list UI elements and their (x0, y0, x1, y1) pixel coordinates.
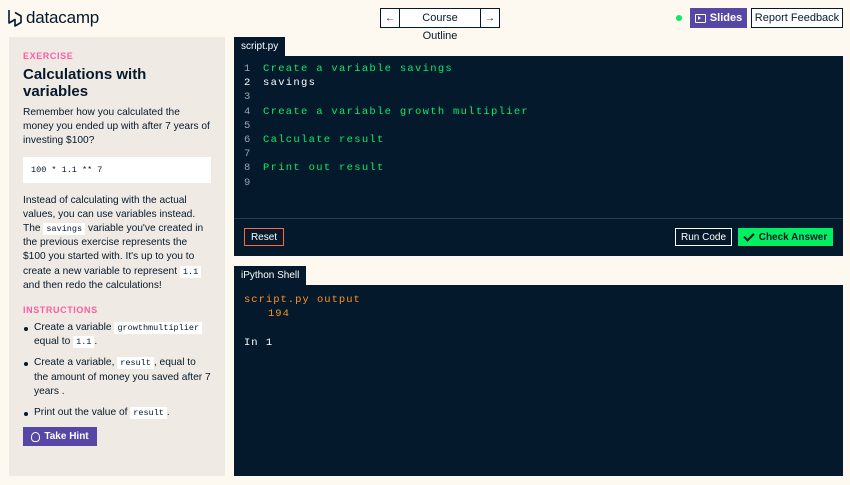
code-line[interactable]: 8 Print out result (244, 161, 529, 175)
instruction-item: Create a variable, result, equal to the … (23, 356, 211, 399)
code-line[interactable]: 4 Create a variable growth multiplier (244, 105, 529, 119)
code-line[interactable]: 3 (244, 90, 529, 104)
exercise-body: Instead of calculating with the actual v… (23, 194, 211, 293)
top-header: datacamp ← Course Outline → Slides Repor… (0, 0, 850, 42)
shell-output-header: script.py output (244, 294, 361, 306)
shell-blank-line (244, 321, 361, 335)
code-example: 100 * 1.1 ** 7 (23, 156, 211, 183)
code-line[interactable]: 6 Calculate result (244, 133, 529, 147)
inline-code-savings: savings (43, 223, 86, 236)
instruction-text: Print out the value of (34, 407, 128, 419)
instruction-text: . (166, 407, 170, 419)
exercise-intro: Remember how you calculated the money yo… (23, 107, 210, 147)
checkmark-icon (743, 229, 755, 242)
code-line[interactable]: 1 Create a variable savings (244, 62, 529, 76)
take-hint-label: Take Hint (44, 431, 89, 443)
shell-output: script.py output 194 In 1 (244, 293, 361, 350)
line-number: 1 (244, 63, 251, 75)
line-number: 2 (244, 77, 251, 90)
code-comment: Print out result (263, 162, 385, 175)
instruction-code: result (130, 407, 167, 420)
code-comment: Calculate result (263, 133, 385, 146)
body-text-3: and then redo the calculations! (23, 279, 162, 291)
code-line[interactable]: 9 (244, 176, 529, 190)
code-text: savings (263, 77, 317, 90)
lightbulb-icon (31, 431, 41, 442)
line-number: 3 (244, 91, 251, 104)
tab-ipython-shell[interactable]: iPython Shell (234, 266, 307, 285)
line-number: 6 (244, 133, 251, 146)
take-hint-button[interactable]: Take Hint (23, 427, 97, 447)
arrow-right-icon: → (485, 12, 495, 24)
instructions-list: Create a variable growthmultiplier equal… (23, 321, 211, 420)
code-comment: Create a variable growth multiplier (263, 105, 530, 118)
report-feedback-button[interactable]: Report Feedback (751, 8, 843, 28)
line-number: 7 (244, 148, 251, 161)
instruction-code: 1.1 (73, 336, 95, 349)
arrow-left-icon: ← (385, 12, 395, 24)
brand-name: datacamp (26, 8, 100, 27)
next-exercise-button[interactable]: → (480, 9, 499, 27)
exercise-label: EXERCISE (23, 51, 74, 61)
check-answer-label: Check Answer (758, 231, 828, 243)
instruction-text: Create a variable (34, 322, 112, 334)
instruction-text: . (94, 336, 98, 348)
reset-button[interactable]: Reset (244, 228, 284, 246)
ipython-shell[interactable]: script.py output 194 In 1 (234, 285, 843, 476)
instruction-text: Create a variable, (34, 357, 115, 369)
slides-label: Slides (709, 12, 743, 24)
connection-status-dot (676, 15, 682, 21)
run-code-button[interactable]: Run Code (675, 228, 732, 246)
code-lines[interactable]: 1 Create a variable savings 2 savings 3 4 Crea… (244, 62, 529, 190)
instruction-code: result (117, 357, 154, 370)
tab-script-py[interactable]: script.py (234, 37, 286, 56)
instruction-code: growthmultiplier (114, 322, 203, 335)
slides-icon (694, 13, 706, 23)
instruction-text: equal to (34, 336, 71, 348)
inline-code-multiplier: 1.1 (179, 265, 202, 278)
instruction-item: Create a variable growthmultiplier equal… (23, 321, 211, 349)
code-comment: Create a variable savings (263, 63, 454, 75)
datacamp-logo-icon (8, 10, 22, 27)
line-number: 8 (244, 162, 251, 175)
exercise-title: Calculations with variables (23, 66, 147, 100)
datacamp-logo[interactable]: datacamp (8, 8, 99, 28)
exercise-panel: EXERCISE Calculations with variables Rem… (9, 37, 225, 476)
instruction-item: Print out the value of result. (23, 406, 211, 420)
editor-divider (234, 218, 843, 219)
course-navigation: ← Course Outline → (380, 8, 500, 42)
shell-output-value: 194 (268, 308, 290, 321)
check-answer-button[interactable]: Check Answer (738, 228, 833, 246)
line-number: 9 (244, 176, 251, 189)
previous-exercise-button[interactable]: ← (381, 9, 400, 27)
code-line[interactable]: 7 (244, 147, 529, 161)
course-outline-button[interactable]: Course Outline (400, 9, 480, 42)
line-number: 4 (244, 105, 251, 118)
code-editor[interactable]: 1 Create a variable savings 2 savings 3 4 Crea… (234, 56, 843, 256)
line-number: 5 (244, 119, 251, 132)
slides-button[interactable]: Slides (690, 8, 747, 28)
shell-prompt[interactable]: In 1 (244, 336, 361, 350)
code-line[interactable]: 5 (244, 119, 529, 133)
code-line[interactable]: 2 savings (244, 76, 529, 90)
instructions-label: INSTRUCTIONS (23, 305, 98, 316)
